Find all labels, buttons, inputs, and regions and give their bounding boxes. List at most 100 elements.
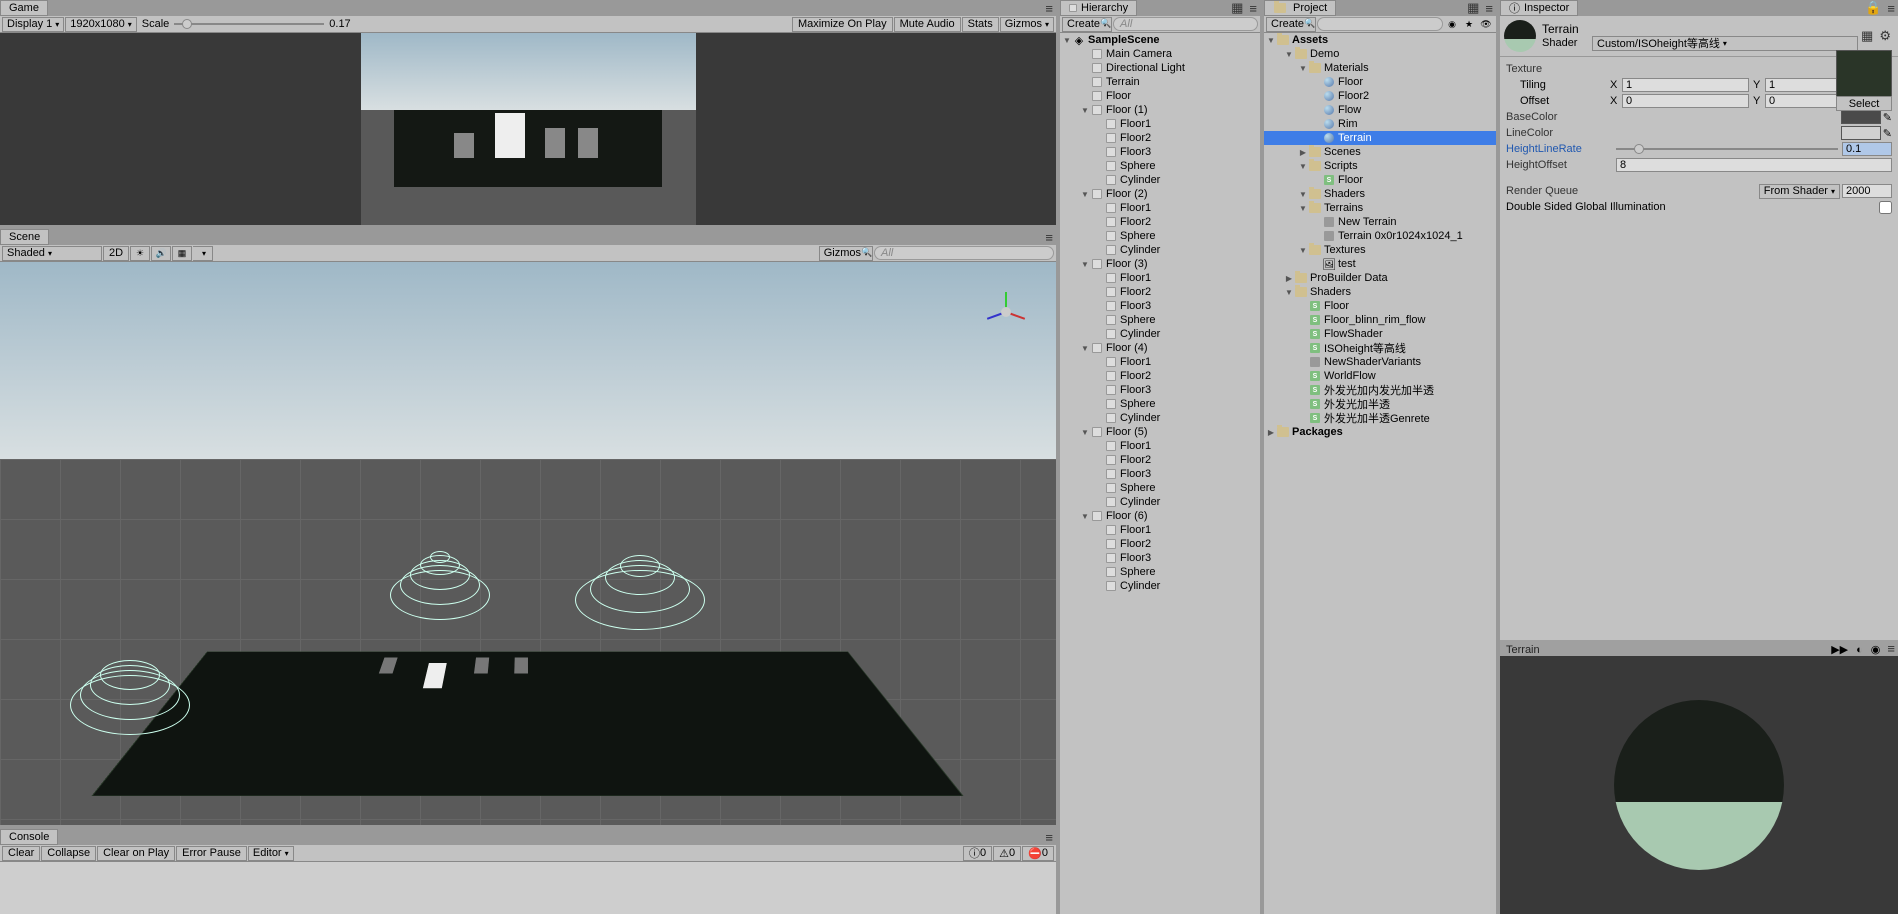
hierarchy-item[interactable]: ▼Floor (1) — [1060, 103, 1260, 117]
project-item[interactable]: ▼Demo — [1264, 47, 1496, 61]
project-item[interactable]: Rim — [1264, 117, 1496, 131]
project-tree[interactable]: ▼ Assets ▼Demo▼MaterialsFloorFloor2FlowR… — [1264, 33, 1496, 914]
lock-icon[interactable]: 🔒 — [1862, 0, 1884, 16]
hierarchy-item[interactable]: Sphere — [1060, 565, 1260, 579]
project-search[interactable] — [1317, 17, 1443, 31]
hierarchy-item[interactable]: Floor2 — [1060, 131, 1260, 145]
project-item[interactable]: Terrain 0x0r1024x1024_1 — [1264, 229, 1496, 243]
hierarchy-item[interactable]: ▼Floor (5) — [1060, 425, 1260, 439]
project-item[interactable]: ▼Scripts — [1264, 159, 1496, 173]
project-item[interactable]: SFloor_blinn_rim_flow — [1264, 313, 1496, 327]
clear-button[interactable]: Clear — [2, 846, 40, 861]
project-item[interactable]: SFloor — [1264, 173, 1496, 187]
info-count-toggle[interactable]: ⓘ0 — [963, 846, 992, 861]
scene-gizmo[interactable] — [981, 287, 1031, 337]
packages-root[interactable]: ▶ Packages — [1264, 425, 1496, 439]
hierarchy-item[interactable]: Main Camera — [1060, 47, 1260, 61]
project-item[interactable]: ▼Terrains — [1264, 201, 1496, 215]
foldout-icon[interactable]: ▼ — [1062, 35, 1072, 45]
project-item[interactable]: Floor2 — [1264, 89, 1496, 103]
hierarchy-item[interactable]: Floor3 — [1060, 383, 1260, 397]
project-item[interactable]: S外发光加内发光加半透 — [1264, 383, 1496, 397]
resolution-dropdown[interactable]: 1920x1080 — [65, 17, 136, 32]
foldout-icon[interactable]: ▼ — [1284, 287, 1294, 297]
project-item[interactable]: S外发光加半透Genrete — [1264, 411, 1496, 425]
hierarchy-item[interactable]: Terrain — [1060, 75, 1260, 89]
clear-on-play-button[interactable]: Clear on Play — [97, 846, 175, 861]
project-item[interactable]: ▼Textures — [1264, 243, 1496, 257]
eyedropper-icon[interactable]: ✎ — [1883, 111, 1892, 124]
preview-mesh-icon[interactable]: ◉ — [1867, 643, 1885, 656]
foldout-icon[interactable]: ▼ — [1080, 343, 1090, 353]
renderqueue-input[interactable] — [1842, 184, 1892, 198]
preview-menu-icon[interactable]: ≡ — [1884, 641, 1898, 656]
lighting-toggle-icon[interactable]: ☀ — [130, 246, 150, 261]
hierarchy-item[interactable]: Sphere — [1060, 159, 1260, 173]
heightoffset-input[interactable] — [1616, 158, 1892, 172]
hierarchy-item[interactable]: Cylinder — [1060, 173, 1260, 187]
hierarchy-item[interactable]: Floor3 — [1060, 145, 1260, 159]
scene-search[interactable]: All — [874, 246, 1054, 260]
foldout-icon[interactable]: ▼ — [1298, 189, 1308, 199]
doublesided-checkbox[interactable] — [1879, 201, 1892, 214]
hierarchy-item[interactable]: Cylinder — [1060, 495, 1260, 509]
project-item[interactable]: SFloor — [1264, 299, 1496, 313]
assets-root[interactable]: ▼ Assets — [1264, 33, 1496, 47]
hierarchy-item[interactable]: Cylinder — [1060, 411, 1260, 425]
select-texture-button[interactable]: Select — [1836, 96, 1892, 111]
stats-button[interactable]: Stats — [962, 17, 999, 32]
component-menu-icon[interactable]: ⚙ — [1876, 28, 1894, 44]
tab-game[interactable]: Game — [0, 0, 48, 16]
foldout-icon[interactable]: ▼ — [1298, 63, 1308, 73]
renderqueue-dropdown[interactable]: From Shader — [1759, 184, 1840, 199]
hierarchy-item[interactable]: Floor2 — [1060, 453, 1260, 467]
hierarchy-item[interactable]: Cylinder — [1060, 243, 1260, 257]
foldout-icon[interactable]: ▼ — [1298, 203, 1308, 213]
audio-toggle-icon[interactable]: 🔊 — [151, 246, 171, 261]
project-item[interactable]: ▶ProBuilder Data — [1264, 271, 1496, 285]
display-dropdown[interactable]: Display 1 — [2, 17, 64, 32]
panel-menu-icon[interactable]: ≡ — [1042, 830, 1056, 845]
hierarchy-item[interactable]: Floor1 — [1060, 355, 1260, 369]
preview-play-icon[interactable]: ▶▶ — [1827, 643, 1852, 656]
project-item[interactable]: S外发光加半透 — [1264, 397, 1496, 411]
collapse-button[interactable]: Collapse — [41, 846, 96, 861]
hierarchy-tree[interactable]: ▼ ◈ SampleScene Main CameraDirectional L… — [1060, 33, 1260, 914]
hierarchy-item[interactable]: Directional Light — [1060, 61, 1260, 75]
hierarchy-item[interactable]: ▼Floor (2) — [1060, 187, 1260, 201]
panel-menu-icon[interactable]: ≡ — [1482, 1, 1496, 16]
project-item[interactable]: New Terrain — [1264, 215, 1496, 229]
panel-menu-icon[interactable]: ≡ — [1042, 1, 1056, 16]
project-item[interactable]: ▼Shaders — [1264, 285, 1496, 299]
heightlinerate-input[interactable] — [1842, 142, 1892, 156]
foldout-icon[interactable]: ▼ — [1298, 245, 1308, 255]
hierarchy-item[interactable]: Floor2 — [1060, 285, 1260, 299]
material-preview[interactable] — [1500, 656, 1898, 914]
project-item[interactable]: ▶Scenes — [1264, 145, 1496, 159]
hierarchy-item[interactable]: Floor2 — [1060, 369, 1260, 383]
foldout-icon[interactable]: ▼ — [1080, 105, 1090, 115]
error-pause-button[interactable]: Error Pause — [176, 846, 247, 861]
favorite-icon[interactable]: ★ — [1461, 17, 1477, 32]
filter-icon[interactable]: ◉ — [1444, 17, 1460, 32]
project-item[interactable]: Flow — [1264, 103, 1496, 117]
hierarchy-item[interactable]: Floor1 — [1060, 117, 1260, 131]
hierarchy-item[interactable]: ▼Floor (3) — [1060, 257, 1260, 271]
hierarchy-item[interactable]: Cylinder — [1060, 579, 1260, 593]
tab-project[interactable]: Project — [1264, 0, 1336, 16]
foldout-icon[interactable]: ▼ — [1080, 259, 1090, 269]
hierarchy-item[interactable]: Floor2 — [1060, 215, 1260, 229]
foldout-icon[interactable]: ▶ — [1284, 273, 1294, 283]
project-item[interactable]: Terrain — [1264, 131, 1496, 145]
scene-viewport[interactable] — [0, 262, 1056, 825]
project-item[interactable]: NewShaderVariants — [1264, 355, 1496, 369]
mute-audio-button[interactable]: Mute Audio — [894, 17, 961, 32]
shading-dropdown[interactable]: Shaded — [2, 246, 102, 261]
foldout-icon[interactable]: ▼ — [1266, 35, 1276, 45]
shader-dropdown[interactable]: Custom/ISOheight等高线 — [1592, 36, 1858, 51]
tab-inspector[interactable]: ⓘInspector — [1500, 0, 1578, 16]
warn-count-toggle[interactable]: ⚠0 — [993, 846, 1021, 861]
component-help-icon[interactable]: ▦ — [1858, 28, 1876, 44]
maximize-on-play-button[interactable]: Maximize On Play — [792, 17, 893, 32]
fx-toggle-icon[interactable]: ▦ — [172, 246, 192, 261]
